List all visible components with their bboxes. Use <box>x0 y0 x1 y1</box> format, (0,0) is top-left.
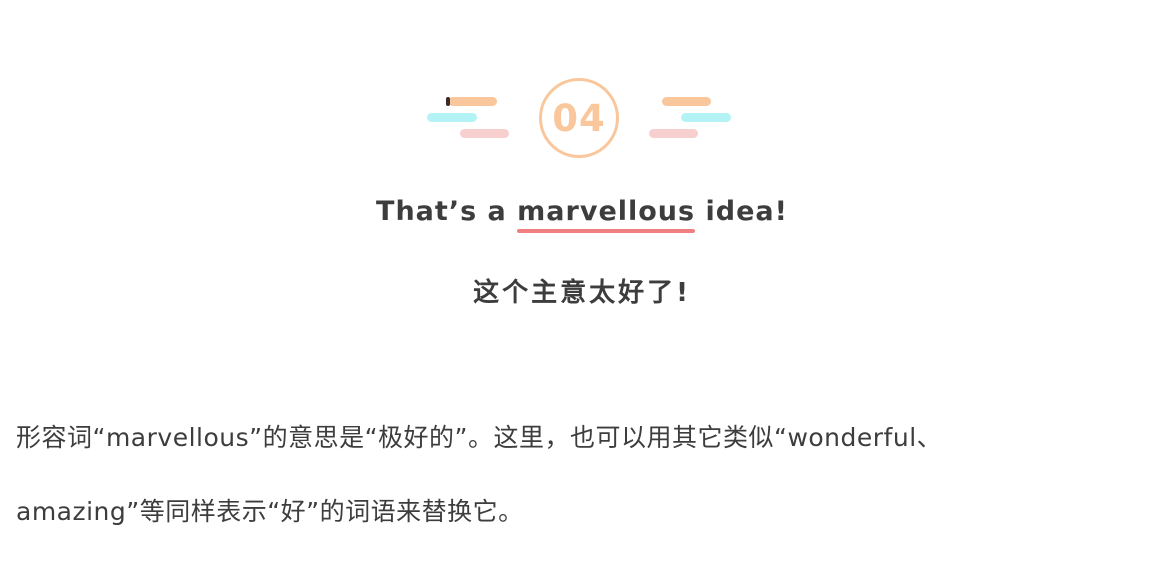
right-cyan-line <box>681 113 731 122</box>
keyword-underlined: marvellous <box>517 196 696 233</box>
chinese-translation: 这个主意太好了! <box>473 278 691 308</box>
explanation-line-1: 形容词“marvellous”的意思是“极好的”。这里，也可以用其它类似“won… <box>16 423 943 452</box>
english-phrase: That’s a marvellous idea! <box>0 196 1164 233</box>
badge-number: 04 <box>552 96 606 140</box>
explanation-line-2: amazing”等同样表示“好”的词语来替换它。 <box>16 497 524 526</box>
left-orange-line <box>448 97 497 106</box>
left-pink-line <box>460 129 509 138</box>
right-orange-line <box>662 97 711 106</box>
english-phrase-end: idea! <box>695 196 788 227</box>
number-badge: 04 <box>0 70 1164 170</box>
number-circle: 04 <box>539 78 619 158</box>
left-dark-dot <box>446 97 450 106</box>
left-cyan-line <box>427 113 477 122</box>
english-phrase-start: That’s a <box>376 196 518 227</box>
right-pink-line <box>649 129 698 138</box>
